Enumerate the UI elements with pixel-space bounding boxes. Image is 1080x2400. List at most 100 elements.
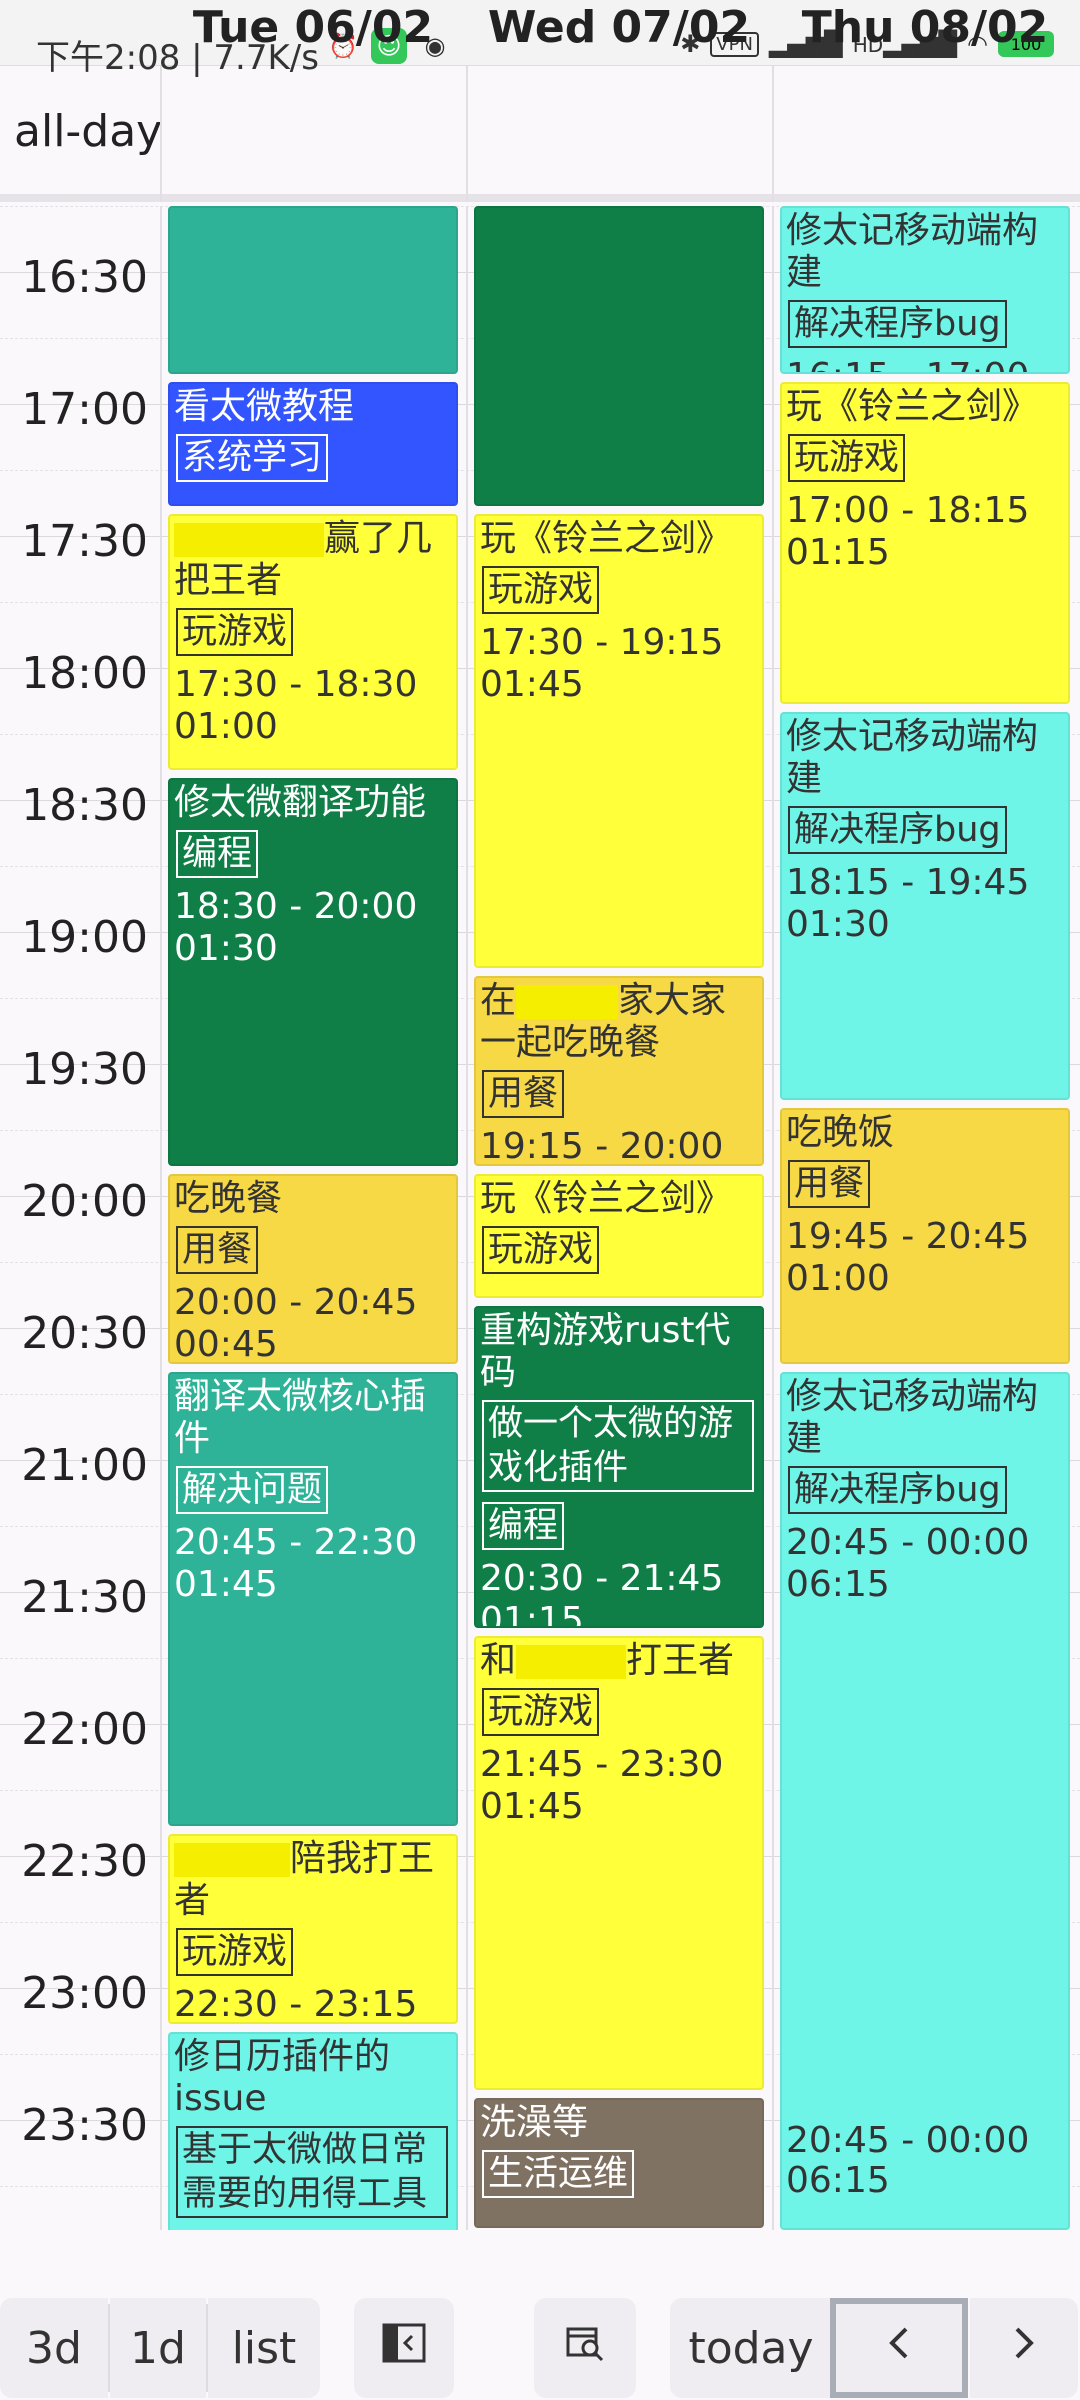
redacted-name <box>174 1843 290 1877</box>
event-title: 修太记移动端构建 <box>786 716 1039 799</box>
divider <box>160 206 162 2230</box>
event-block[interactable]: 重构游戏rust代码 做一个太微的游戏化插件 编程 20:30 - 21:45 … <box>474 1306 764 1628</box>
event-title: 陪我打王者 <box>174 1838 435 1921</box>
time-label: 17:00 <box>21 384 148 435</box>
divider <box>160 66 162 202</box>
event-block[interactable]: 看太微教程 系统学习 <box>168 382 458 506</box>
day-header-wed[interactable]: Wed 07/02 <box>466 2 772 53</box>
bottom-toolbar: 3d 1d list today <box>0 2230 1080 2400</box>
calendar-search-button[interactable] <box>534 2298 636 2398</box>
time-label: 17:30 <box>21 516 148 567</box>
event-duration: 01:45 <box>480 1786 584 1827</box>
event-duration: 01:30 <box>786 904 890 945</box>
event-title: 修日历插件的issue <box>174 2036 391 2119</box>
event-title: 玩《铃兰之剑》 <box>480 518 733 559</box>
event-duration: 01:15 <box>786 532 890 573</box>
event-title: 洗澡等 <box>480 2102 589 2143</box>
prev-button[interactable] <box>830 2298 968 2398</box>
event-time: 21:45 - 23:30 <box>480 1744 724 1785</box>
time-label: 23:30 <box>21 2100 148 2151</box>
event-block[interactable]: 洗澡等 生活运维 <box>474 2098 764 2228</box>
event-block[interactable]: 玩《铃兰之剑》 玩游戏 17:30 - 19:15 01:45 <box>474 514 764 968</box>
time-label: 20:00 <box>21 1176 148 1227</box>
event-duration: 01:30 <box>174 928 278 969</box>
event-block[interactable]: 修太记移动端构建 解决程序bug 20:45 - 00:00 06:15 20:… <box>780 1372 1070 2230</box>
all-day-label: all-day <box>14 106 163 157</box>
day-header-thu[interactable]: Thu 08/02 <box>772 2 1078 53</box>
event-block[interactable]: 修太记移动端构建 解决程序bug 16:15 - 17:00 <box>780 206 1070 374</box>
time-label: 16:30 <box>21 252 148 303</box>
event-time: 17:30 - 18:30 <box>174 664 418 705</box>
event-tag: 玩游戏 <box>176 608 294 656</box>
event-title: 重构游戏rust代码 <box>480 1310 731 1393</box>
event-duration: 01:45 <box>480 664 584 705</box>
event-block[interactable]: 翻译太微核心插件 解决问题 20:45 - 22:30 01:45 <box>168 1372 458 1826</box>
event-duration-footer: 06:15 <box>786 2160 890 2201</box>
chevron-right-icon <box>1009 2323 1039 2374</box>
event-tag: 玩游戏 <box>788 434 906 482</box>
event-title: 修太微翻译功能 <box>174 782 427 823</box>
event-time: 22:30 - 23:15 <box>174 1984 418 2024</box>
event-duration: 00:45 <box>174 1324 278 1364</box>
event-tag: 系统学习 <box>176 434 329 482</box>
event-title: 翻译太微核心插件 <box>174 1376 427 1459</box>
divider <box>466 206 468 2230</box>
event-tag: 解决程序bug <box>788 300 1007 348</box>
event-tag: 生活运维 <box>482 2150 635 2198</box>
event-title: 吃晚饭 <box>786 1112 895 1153</box>
calendar-search-icon <box>565 2323 605 2374</box>
event-tag: 玩游戏 <box>482 566 600 614</box>
event-block[interactable]: 赢了几把王者 玩游戏 17:30 - 18:30 01:00 <box>168 514 458 770</box>
event-tag: 解决程序bug <box>788 806 1007 854</box>
event-time: 20:45 - 00:00 <box>786 1522 1030 1563</box>
time-label: 19:00 <box>21 912 148 963</box>
event-time: 19:45 - 20:45 <box>786 1216 1030 1257</box>
event-block[interactable]: 修太微翻译功能 编程 18:30 - 20:00 01:30 <box>168 778 458 1166</box>
event-duration: 01:00 <box>786 1258 890 1299</box>
event-tag: 用餐 <box>482 1070 565 1118</box>
event-title: 修太记移动端构建 <box>786 210 1039 293</box>
event-duration: 01:15 <box>480 1600 584 1628</box>
event-tag: 用餐 <box>788 1160 871 1208</box>
event-title: 赢了几把王者 <box>174 518 433 601</box>
view-list-button[interactable]: list <box>208 2298 320 2398</box>
divider <box>466 66 468 202</box>
sidebar-toggle-icon <box>382 2323 426 2374</box>
event-block[interactable]: 陪我打王者 玩游戏 22:30 - 23:15 <box>168 1834 458 2024</box>
time-grid[interactable]: 16:30 17:00 17:30 18:00 18:30 19:00 19:3… <box>0 206 1080 2230</box>
event-block[interactable]: 吃晚餐 用餐 20:00 - 20:45 00:45 <box>168 1174 458 1364</box>
event-time: 17:30 - 19:15 <box>480 622 724 663</box>
time-label: 18:30 <box>21 780 148 831</box>
event-block[interactable]: 在家大家一起吃晚餐 用餐 19:15 - 20:00 <box>474 976 764 1166</box>
event-title: 在家大家一起吃晚餐 <box>480 980 727 1063</box>
time-label: 18:00 <box>21 648 148 699</box>
event-time: 18:30 - 20:00 <box>174 886 418 927</box>
event-block[interactable] <box>168 206 458 374</box>
event-time-footer: 20:45 - 00:00 <box>786 2120 1030 2161</box>
event-block[interactable]: 和打王者 玩游戏 21:45 - 23:30 01:45 <box>474 1636 764 2090</box>
event-block[interactable] <box>474 206 764 506</box>
time-label: 21:00 <box>21 1440 148 1491</box>
chevron-left-icon <box>884 2323 914 2374</box>
event-block[interactable]: 玩《铃兰之剑》 玩游戏 <box>474 1174 764 1298</box>
event-title: 玩《铃兰之剑》 <box>786 386 1039 427</box>
today-button[interactable]: today <box>670 2298 832 2398</box>
event-block[interactable]: 玩《铃兰之剑》 玩游戏 17:00 - 18:15 01:15 <box>780 382 1070 704</box>
redacted-name <box>516 985 619 1019</box>
divider <box>772 206 774 2230</box>
event-title: 看太微教程 <box>174 386 355 427</box>
event-tag: 玩游戏 <box>482 1688 600 1736</box>
event-tag: 解决问题 <box>176 1466 329 1514</box>
sidebar-toggle-button[interactable] <box>354 2298 454 2398</box>
event-block[interactable]: 吃晚饭 用餐 19:45 - 20:45 01:00 <box>780 1108 1070 1364</box>
day-header-tue[interactable]: Tue 06/02 <box>160 2 466 53</box>
event-block[interactable]: 修太记移动端构建 解决程序bug 18:15 - 19:45 01:30 <box>780 712 1070 1100</box>
view-1d-button[interactable]: 1d <box>110 2298 206 2398</box>
event-time: 17:00 - 18:15 <box>786 490 1030 531</box>
time-label: 22:30 <box>21 1836 148 1887</box>
view-3d-button[interactable]: 3d <box>0 2298 108 2398</box>
event-block[interactable]: 修日历插件的issue 基于太微做日常需要的用得工具 <box>168 2032 458 2230</box>
event-tag: 玩游戏 <box>482 1226 600 1274</box>
event-tag: 做一个太微的游戏化插件 <box>482 1400 754 1492</box>
next-button[interactable] <box>970 2298 1078 2398</box>
